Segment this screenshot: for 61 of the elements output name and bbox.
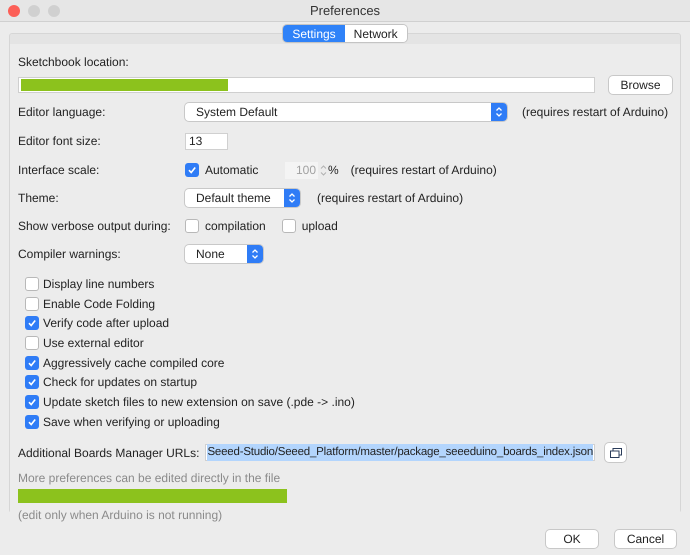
dialog-button[interactable]: Cancel bbox=[615, 530, 676, 548]
checkbox[interactable] bbox=[25, 375, 39, 390]
field-label: Editor language: bbox=[18, 104, 106, 121]
restart-note: (requires restart of Arduino) bbox=[317, 190, 464, 207]
select-arrows-icon bbox=[247, 245, 263, 263]
select-arrows-icon bbox=[284, 189, 300, 207]
checkbox-label: Save when verifying or uploading bbox=[43, 414, 220, 431]
checkbox[interactable] bbox=[25, 414, 39, 429]
edit-list-button[interactable] bbox=[605, 443, 626, 462]
field-label: Compiler warnings: bbox=[18, 246, 122, 263]
info-text: (edit only when Arduino is not running) bbox=[18, 506, 224, 524]
font-size-field[interactable]: 13 bbox=[185, 132, 228, 150]
checkbox[interactable] bbox=[25, 316, 39, 330]
checkbox-label: Update sketch files to new extension on save (.pde -> .ino) bbox=[43, 394, 355, 411]
field-label: Theme: bbox=[18, 190, 60, 207]
stepper-icon[interactable] bbox=[320, 164, 327, 176]
checkbox[interactable] bbox=[25, 394, 39, 409]
checkmark-icon bbox=[27, 416, 37, 427]
field-label: Editor font size: bbox=[18, 133, 102, 150]
checkmark-icon bbox=[27, 358, 37, 368]
field-label: Show verbose output during: bbox=[18, 218, 172, 235]
checkbox[interactable] bbox=[185, 163, 199, 177]
info-text: More preferences can be edited directly in the file bbox=[18, 470, 282, 486]
checkbox-label: compilation bbox=[205, 218, 266, 235]
boards-url-field[interactable]: Seeed-Studio/Seeed_Platform/master/package_seeeduino_boards_index.json bbox=[205, 444, 596, 461]
restart-note: (requires restart of Arduino) bbox=[350, 162, 497, 179]
checkbox[interactable] bbox=[25, 276, 39, 291]
theme-select[interactable]: Default theme bbox=[185, 189, 300, 207]
checkbox-label: Enable Code Folding bbox=[43, 296, 156, 313]
window-title: Preferences bbox=[310, 2, 380, 20]
field-label: Additional Boards Manager URLs: bbox=[18, 444, 200, 462]
checkbox-label: Automatic bbox=[205, 162, 260, 179]
windows-icon bbox=[610, 448, 622, 458]
checkbox-label: Aggressively cache compiled core bbox=[43, 354, 224, 372]
checkbox[interactable] bbox=[25, 296, 39, 311]
checkbox-label: Display line numbers bbox=[43, 276, 154, 293]
checkbox[interactable] bbox=[25, 356, 39, 370]
warnings-select[interactable]: None bbox=[185, 245, 263, 263]
restart-note: (requires restart of Arduino) bbox=[522, 104, 668, 121]
checkmark-icon bbox=[27, 318, 37, 328]
browse-button[interactable]: Browse bbox=[609, 76, 672, 94]
checkbox-label: upload bbox=[302, 218, 338, 235]
checkbox[interactable] bbox=[282, 219, 296, 233]
checkbox[interactable] bbox=[185, 219, 199, 233]
checkmark-icon bbox=[27, 396, 37, 407]
checkmark-icon bbox=[27, 377, 37, 388]
field-label: Sketchbook location: bbox=[18, 54, 130, 71]
tab[interactable]: Network bbox=[344, 25, 407, 42]
field-label: Interface scale: bbox=[18, 162, 100, 179]
dialog-button[interactable]: OK bbox=[546, 530, 598, 548]
close-icon[interactable] bbox=[8, 5, 20, 17]
checkbox-label: Verify code after upload bbox=[43, 315, 170, 332]
checkbox[interactable] bbox=[25, 336, 39, 350]
checkmark-icon bbox=[187, 165, 197, 175]
checkbox-label: Use external editor bbox=[43, 334, 144, 352]
select-arrows-icon bbox=[491, 103, 507, 121]
checkbox-label: Check for updates on startup bbox=[43, 374, 198, 392]
language-select[interactable]: System Default bbox=[185, 103, 507, 121]
tab[interactable]: Settings bbox=[283, 25, 345, 42]
path-field[interactable] bbox=[18, 77, 595, 93]
unit-label: % bbox=[328, 162, 339, 179]
